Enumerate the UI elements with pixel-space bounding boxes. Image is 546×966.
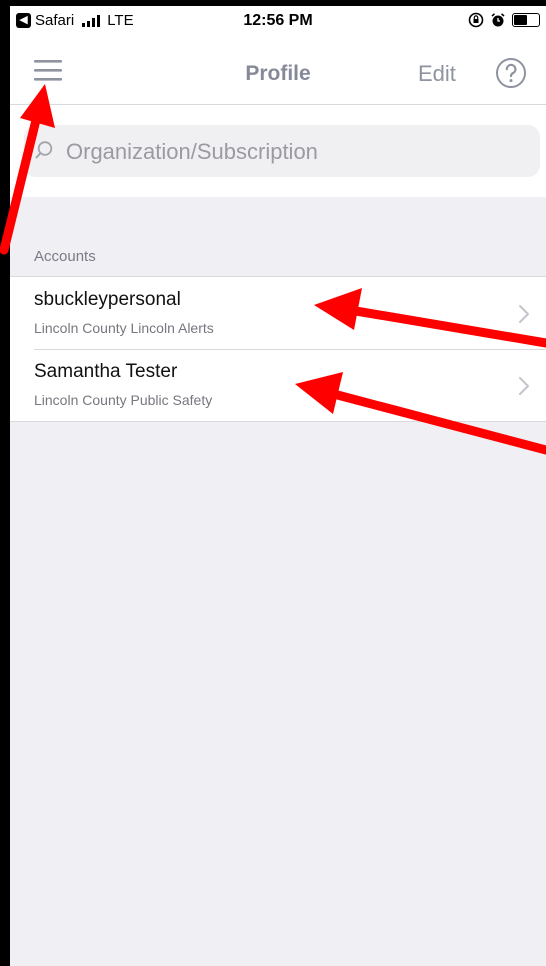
rotation-lock-icon [468, 12, 484, 28]
status-time: 12:56 PM [243, 12, 313, 29]
search-area [10, 105, 546, 197]
account-name: sbuckleypersonal [34, 289, 181, 310]
help-icon[interactable] [494, 56, 528, 90]
account-row[interactable]: Samantha Tester Lincoln County Public Sa… [10, 349, 546, 421]
accounts-list: sbuckleypersonal Lincoln County Lincoln … [10, 276, 546, 422]
status-right [468, 12, 540, 28]
edit-button[interactable]: Edit [418, 61, 456, 87]
section-header-accounts: Accounts [34, 248, 96, 265]
account-subtitle: Lincoln County Public Safety [34, 392, 213, 408]
account-name: Samantha Tester [34, 361, 178, 382]
navigation-bar: Profile Edit [10, 42, 546, 105]
account-subtitle: Lincoln County Lincoln Alerts [34, 320, 214, 336]
battery-icon [512, 13, 540, 27]
search-icon [35, 141, 53, 159]
chevron-right-icon [519, 377, 529, 395]
chevron-right-icon [519, 305, 529, 323]
alarm-icon [491, 13, 505, 27]
status-bar: ◀ Safari LTE 12:56 PM [10, 6, 546, 42]
phone-screen: ◀ Safari LTE 12:56 PM Profile Edit Organ… [10, 6, 546, 966]
search-input[interactable] [64, 133, 528, 171]
page-title: Profile [245, 62, 311, 85]
account-row[interactable]: sbuckleypersonal Lincoln County Lincoln … [10, 277, 546, 349]
search-box[interactable] [24, 125, 540, 177]
